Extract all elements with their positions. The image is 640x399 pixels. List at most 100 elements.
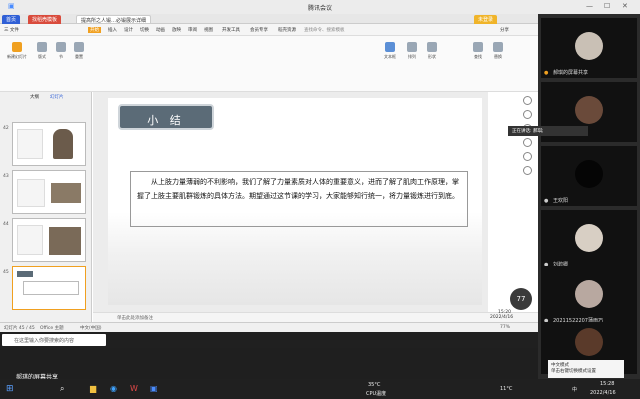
slide-number: 43 — [3, 174, 9, 179]
mic-icon: ● — [544, 70, 549, 76]
ime-tooltip: 中文模式 单击右键切换模式设置 — [548, 360, 624, 378]
avatar — [575, 328, 603, 356]
zoom-badge[interactable]: 77 — [510, 288, 532, 310]
tab-document[interactable]: 提高所之人锻…必锻展示详细 — [76, 15, 152, 24]
slide-number: 44 — [3, 222, 9, 227]
maximize-button[interactable]: ☐ — [604, 2, 610, 10]
shape-button[interactable]: 形状 — [424, 42, 440, 60]
slide-title-box[interactable]: 小 结 — [118, 104, 214, 130]
replace-icon — [493, 42, 503, 52]
menu-home[interactable]: 开始 — [88, 27, 101, 33]
slide-number: 45 — [3, 270, 9, 275]
tab-home[interactable]: 首页 — [2, 15, 21, 24]
menu-member[interactable]: 会员专享 — [250, 27, 268, 33]
slide-body-textbox[interactable]: 从上肢力量薄弱的不利影响，我们了解了力量素质对人体的重要意义，进而了解了肌肉工作… — [130, 171, 468, 227]
close-button[interactable]: ✕ — [622, 2, 628, 10]
command-search[interactable]: 查找命令、搜索模板 — [304, 27, 345, 33]
windows-taskbar: ⊞ ⌕ ▆ ◉ W ▣ 35°C CPU温度 11°C 中 15:28 2022… — [0, 379, 640, 399]
replace-button[interactable]: 替换 — [490, 42, 506, 60]
slide-thumbnail[interactable] — [12, 170, 86, 214]
window-title-bar: 腾讯会议 ▣ — ☐ ✕ — [0, 0, 640, 14]
avatar — [575, 32, 603, 60]
new-slide-button[interactable]: 新建幻灯片 — [6, 42, 28, 60]
slide-thumbnail-selected[interactable] — [12, 266, 86, 310]
menu-file[interactable]: 三 文件 — [4, 27, 19, 33]
windows-start-icon[interactable]: ⊞ — [6, 384, 14, 394]
menu-developer[interactable]: 开发工具 — [222, 27, 240, 33]
status-date: 2022/4/16 — [490, 315, 514, 320]
outside-temp: 11°C — [500, 386, 513, 392]
weather-temp: 35°C — [368, 382, 381, 388]
wps-ribbon: 新建幻灯片 版式 节 重置 文本框 排列 形状 查找 替换 — [0, 36, 538, 92]
find-icon — [473, 42, 483, 52]
participant-tile[interactable]: ● 王欢阳 — [541, 146, 637, 206]
menu-transition[interactable]: 切换 — [140, 27, 149, 33]
theme-name: Office 主题 — [40, 326, 64, 331]
avatar — [575, 224, 603, 252]
tool-icon[interactable] — [523, 96, 532, 105]
wps-menu-bar: 三 文件 开始 插入 设计 切换 动画 放映 审阅 视图 开发工具 会员专享 稻… — [0, 24, 538, 36]
share-button[interactable]: 分享 — [500, 27, 509, 33]
slide-thumbnail[interactable] — [12, 218, 86, 262]
slide-thumbnail-panel: 大纲 幻灯片 42 43 44 45 — [0, 92, 92, 322]
slide-number: 42 — [3, 126, 9, 131]
textbox-icon — [385, 42, 395, 52]
participant-tile[interactable]: ● 刘碧卿 — [541, 210, 637, 270]
menu-design[interactable]: 设计 — [124, 27, 133, 33]
window-title: 腾讯会议 — [307, 5, 332, 12]
tool-icon[interactable] — [523, 152, 532, 161]
slide-body-text: 从上肢力量薄弱的不利影响，我们了解了力量素质对人体的重要意义，进而了解了肌肉工作… — [137, 178, 459, 200]
edge-icon[interactable]: ◉ — [110, 384, 117, 393]
layout-button[interactable]: 版式 — [34, 42, 50, 60]
participant-name: 郝琪的屏幕共享 — [553, 70, 589, 76]
find-button[interactable]: 查找 — [470, 42, 486, 60]
section-icon — [56, 42, 66, 52]
tool-icon[interactable] — [523, 110, 532, 119]
tab-slides[interactable]: 幻灯片 — [50, 94, 64, 100]
tool-icon[interactable] — [523, 166, 532, 175]
avatar — [575, 96, 603, 124]
slide-count: 幻灯片 45 / 45 — [4, 326, 35, 331]
participant-name: 王欢阳 — [553, 198, 569, 204]
tab-docer[interactable]: 找稻壳模板 — [28, 15, 62, 24]
section-button[interactable]: 节 — [54, 42, 68, 60]
menu-animation[interactable]: 动画 — [156, 27, 165, 33]
search-input[interactable]: 在这里输入你要搜索的内容 — [2, 334, 106, 346]
textbox-button[interactable]: 文本框 — [380, 42, 400, 60]
file-explorer-icon[interactable]: ▆ — [90, 384, 96, 393]
slide-thumbnail[interactable] — [12, 122, 86, 166]
minimize-button[interactable]: — — [586, 2, 593, 10]
slide-title: 小 结 — [147, 114, 185, 127]
menu-insert[interactable]: 插入 — [108, 27, 117, 33]
ime-indicator[interactable]: 中 — [572, 386, 577, 393]
notes-area[interactable]: 单击此处添加备注 — [93, 312, 538, 322]
arrange-button[interactable]: 排列 — [404, 42, 420, 60]
arrange-icon — [407, 42, 417, 52]
tencent-meeting-icon[interactable]: ▣ — [150, 384, 158, 393]
status-bar: 幻灯片 45 / 45 Office 主题 中文(中国) 77% 15:20 2… — [0, 310, 538, 332]
wps-icon[interactable]: W — [130, 384, 138, 393]
reset-button[interactable]: 重置 — [72, 42, 86, 60]
speaking-indicator: 正在讲话: 郝琪; — [508, 126, 588, 136]
tool-icon[interactable] — [523, 138, 532, 147]
search-icon[interactable]: ⌕ — [60, 384, 64, 394]
clock-time: 15:28 — [600, 381, 615, 387]
wps-tab-bar: 首页 找稻壳模板 提高所之人锻…必锻展示详细 未登录 — [0, 14, 538, 24]
clock-date: 2022/4/16 — [590, 390, 616, 396]
language: 中文(中国) — [80, 326, 102, 331]
menu-review[interactable]: 审阅 — [188, 27, 197, 33]
participant-tile[interactable]: ● 20211522207蒲雨巧 — [541, 266, 637, 326]
menu-slideshow[interactable]: 放映 — [172, 27, 181, 33]
menu-docer-resources[interactable]: 稻壳资源 — [278, 27, 296, 33]
avatar — [575, 280, 603, 308]
login-button[interactable]: 未登录 — [474, 15, 498, 24]
side-toolbar — [520, 96, 536, 206]
new-slide-icon — [12, 42, 22, 52]
zoom-level[interactable]: 77% — [500, 325, 510, 330]
layout-icon — [37, 42, 47, 52]
notes-placeholder: 单击此处添加备注 — [117, 316, 153, 321]
weather-label: CPU温度 — [366, 391, 387, 397]
participant-tile[interactable]: ● 郝琪的屏幕共享 — [541, 18, 637, 78]
menu-view[interactable]: 视图 — [204, 27, 213, 33]
tab-outline[interactable]: 大纲 — [30, 94, 39, 100]
